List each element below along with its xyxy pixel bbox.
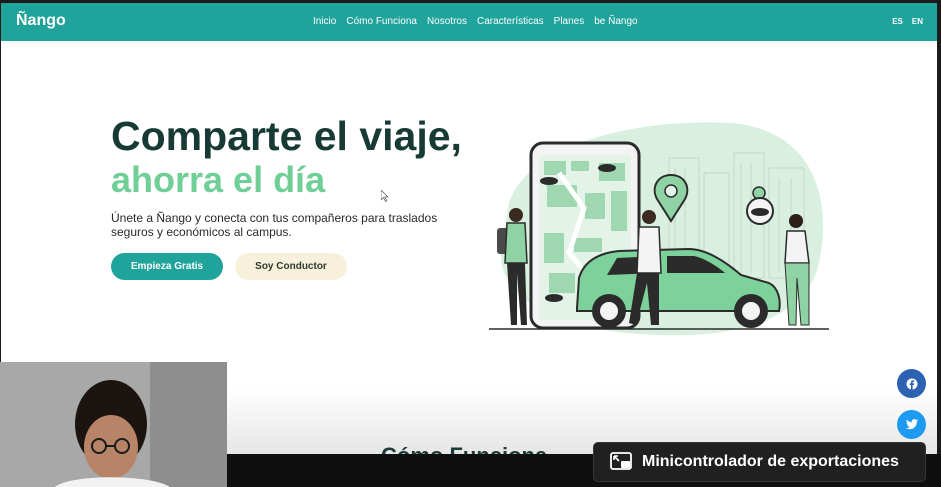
top-navbar: Ñango Inicio Cómo Funciona Nosotros Cara…	[1, 3, 937, 41]
hero-title: Comparte el viaje, ahorra el día	[111, 113, 462, 201]
start-free-button[interactable]: Empieza Gratis	[111, 253, 223, 280]
lang-en[interactable]: EN	[912, 17, 923, 26]
hero-illustration	[489, 122, 829, 336]
mouse-cursor-icon	[381, 190, 389, 202]
lang-es[interactable]: ES	[892, 17, 903, 26]
nav-link-inicio[interactable]: Inicio	[313, 16, 336, 27]
nav-link-caracteristicas[interactable]: Características	[477, 16, 544, 27]
nav-link-planes[interactable]: Planes	[554, 16, 585, 27]
language-switcher: ES EN	[892, 17, 923, 26]
site-logo[interactable]: Ñango	[16, 12, 66, 30]
hero-description: Únete a Ñango y conecta con tus compañer…	[111, 211, 438, 239]
hero-title-line2: ahorra el día	[111, 159, 326, 200]
twitter-share-button[interactable]	[897, 410, 926, 439]
facebook-share-button[interactable]	[897, 369, 926, 398]
driver-button[interactable]: Soy Conductor	[235, 253, 347, 280]
nav-link-como-funciona[interactable]: Cómo Funciona	[346, 16, 417, 27]
mini-controller-label: Minicontrolador de exportaciones	[642, 453, 899, 470]
facebook-icon	[906, 378, 917, 389]
nav-links: Inicio Cómo Funciona Nosotros Caracterís…	[313, 16, 638, 27]
picture-in-picture-icon	[610, 452, 632, 472]
mini-controller-button[interactable]: Minicontrolador de exportaciones	[593, 442, 926, 482]
webcam-person-image	[0, 362, 227, 487]
hero-title-line1: Comparte el viaje,	[111, 113, 462, 159]
webcam-overlay[interactable]	[0, 362, 227, 487]
nav-link-nosotros[interactable]: Nosotros	[427, 16, 467, 27]
twitter-icon	[905, 419, 918, 430]
section-title-como-funciona: Cómo Funciona	[381, 443, 547, 454]
screen: Ñango Inicio Cómo Funciona Nosotros Cara…	[0, 0, 941, 487]
nav-link-be-nango[interactable]: be Ñango	[594, 16, 637, 27]
